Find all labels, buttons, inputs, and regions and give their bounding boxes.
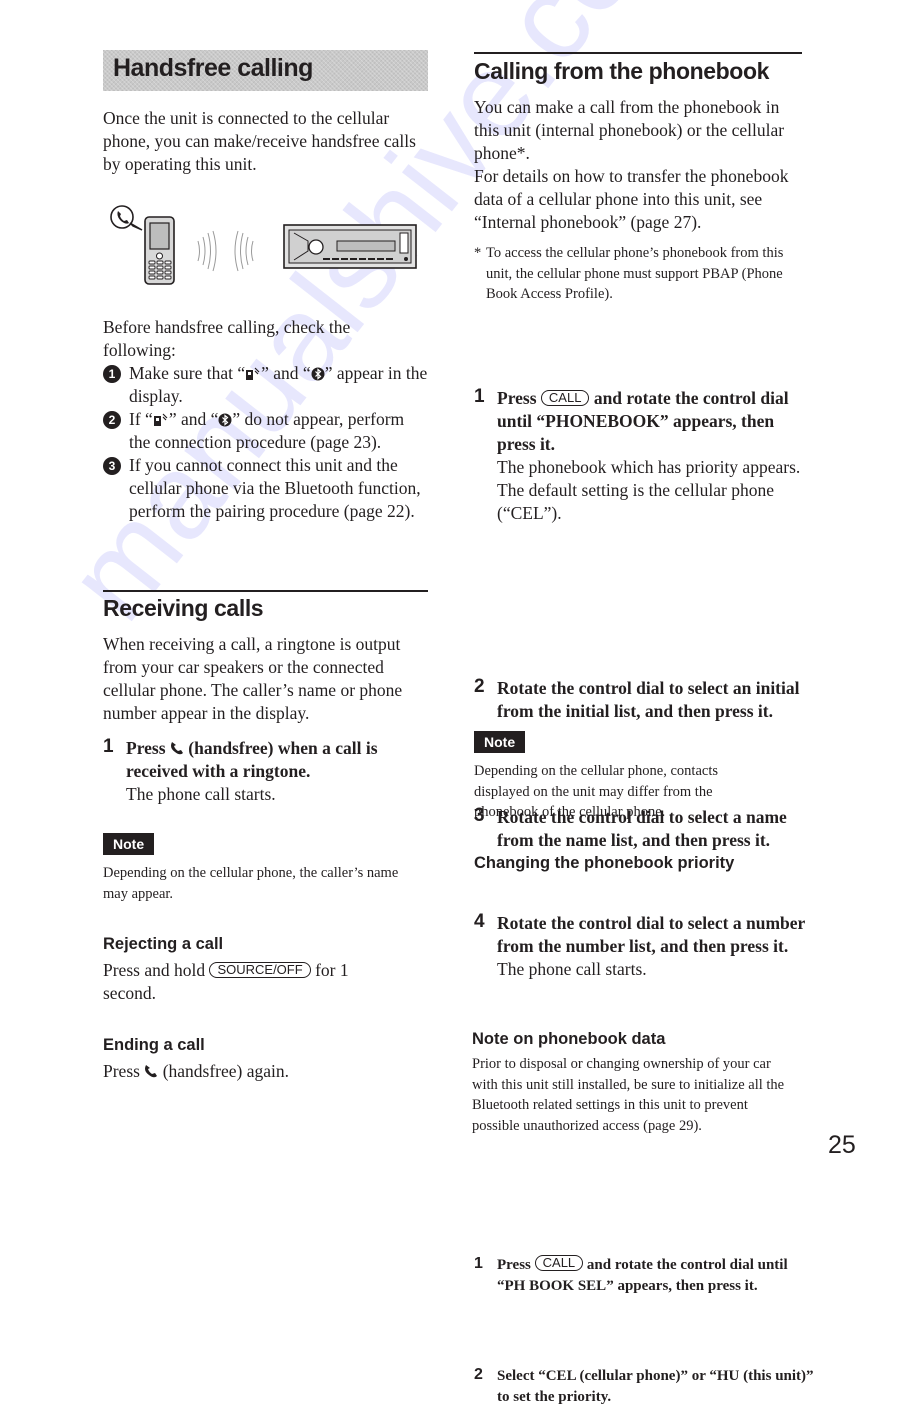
phonebook-intro: You can make a call from the phonebook i… [474, 97, 785, 163]
number-badge: 2 [103, 411, 121, 429]
phone-connected-icon [153, 413, 168, 426]
phonebook-data-text: Prior to disposal or changing ownership … [472, 1056, 785, 1134]
mobile-phone-icon [110, 205, 417, 285]
car-stereo-icon [283, 224, 417, 269]
step-result: The phone call starts. [126, 784, 276, 804]
ending-text: Press (handsfree) again. [103, 1061, 290, 1081]
receiving-paragraph: When receiving a call, a ringtone is out… [103, 634, 403, 723]
note-label: Note [474, 731, 526, 753]
section-divider [103, 590, 428, 592]
call-key: CALL [534, 1255, 584, 1271]
phonebook-step: 2 Rotate the control dial to select an i… [474, 676, 800, 721]
call-key: CALL [540, 390, 590, 406]
subheading-priority: Changing the phonebook priority [474, 854, 735, 872]
section-heading-receiving: Receiving calls [103, 595, 264, 621]
section-divider [474, 52, 802, 54]
page-title: Handsfree calling [113, 54, 313, 82]
phonebook-intro-transfer: For details on how to transfer the phone… [474, 166, 789, 232]
footnote: * To access the cellular phone’s phonebo… [474, 245, 784, 302]
handsfree-illustration [108, 203, 428, 288]
subheading-ending: Ending a call [103, 1036, 205, 1054]
phonebook-step: 1 Press CALL and rotate the control dial… [474, 386, 812, 525]
subheading-rejecting: Rejecting a call [103, 935, 224, 953]
footnote-mark: * [474, 245, 482, 261]
step-result: The phone call starts. [497, 959, 647, 979]
note-label: Note [103, 833, 155, 855]
step-number: 1 [474, 1255, 483, 1272]
handsfree-phone-icon [170, 742, 183, 755]
checklist-item: 1 Make sure that “” and “” appear in the… [103, 362, 428, 408]
source-off-key: SOURCE/OFF [209, 962, 311, 978]
note-block: Note [474, 731, 526, 753]
checklist-intro: Before handsfree calling, check the foll… [103, 317, 351, 360]
bluetooth-icon [218, 413, 232, 427]
step-number: 2 [474, 676, 485, 697]
intro-paragraph: Once the unit is connected to the cellul… [103, 108, 416, 174]
subheading-phonebook-data: Note on phonebook data [472, 1030, 666, 1048]
step-number: 4 [474, 911, 485, 932]
bluetooth-icon [311, 367, 325, 381]
step-number: 1 [103, 736, 114, 757]
page-number: 25 [828, 1131, 856, 1159]
checklist-item: 3 If you cannot connect this unit and th… [103, 454, 428, 523]
phonebook-step: 4 Rotate the control dial to select a nu… [474, 911, 822, 981]
section-title-bar: Handsfree calling [103, 50, 428, 91]
step-number: 1 [474, 386, 485, 407]
signal-waves-icon [197, 230, 254, 272]
step-number: 2 [474, 1366, 483, 1383]
rejecting-text: Press and hold SOURCE/OFF for 1 second. [103, 960, 349, 1003]
note-text: Depending on the cellular phone, the cal… [103, 865, 399, 902]
checklist: 1 Make sure that “” and “” appear in the… [103, 362, 428, 523]
number-badge: 3 [103, 457, 121, 475]
note-block: Note [103, 833, 155, 855]
checklist-item: 2 If “” and “” do not appear, perform th… [103, 408, 428, 454]
priority-step: 2 Select “CEL (cellular phone)” or “HU (… [474, 1366, 814, 1405]
note-text: Depending on the cellular phone, contact… [474, 763, 719, 820]
step-result: The phonebook which has priority appears… [497, 457, 801, 523]
phone-connected-icon [246, 367, 260, 380]
receiving-step: 1 Press (handsfree) when a call is recei… [103, 736, 426, 806]
number-badge: 1 [103, 365, 121, 383]
section-heading-phonebook: Calling from the phonebook [474, 58, 769, 84]
priority-step: 1 Press CALL and rotate the control dial… [474, 1255, 788, 1294]
handsfree-phone-icon [145, 1065, 158, 1078]
